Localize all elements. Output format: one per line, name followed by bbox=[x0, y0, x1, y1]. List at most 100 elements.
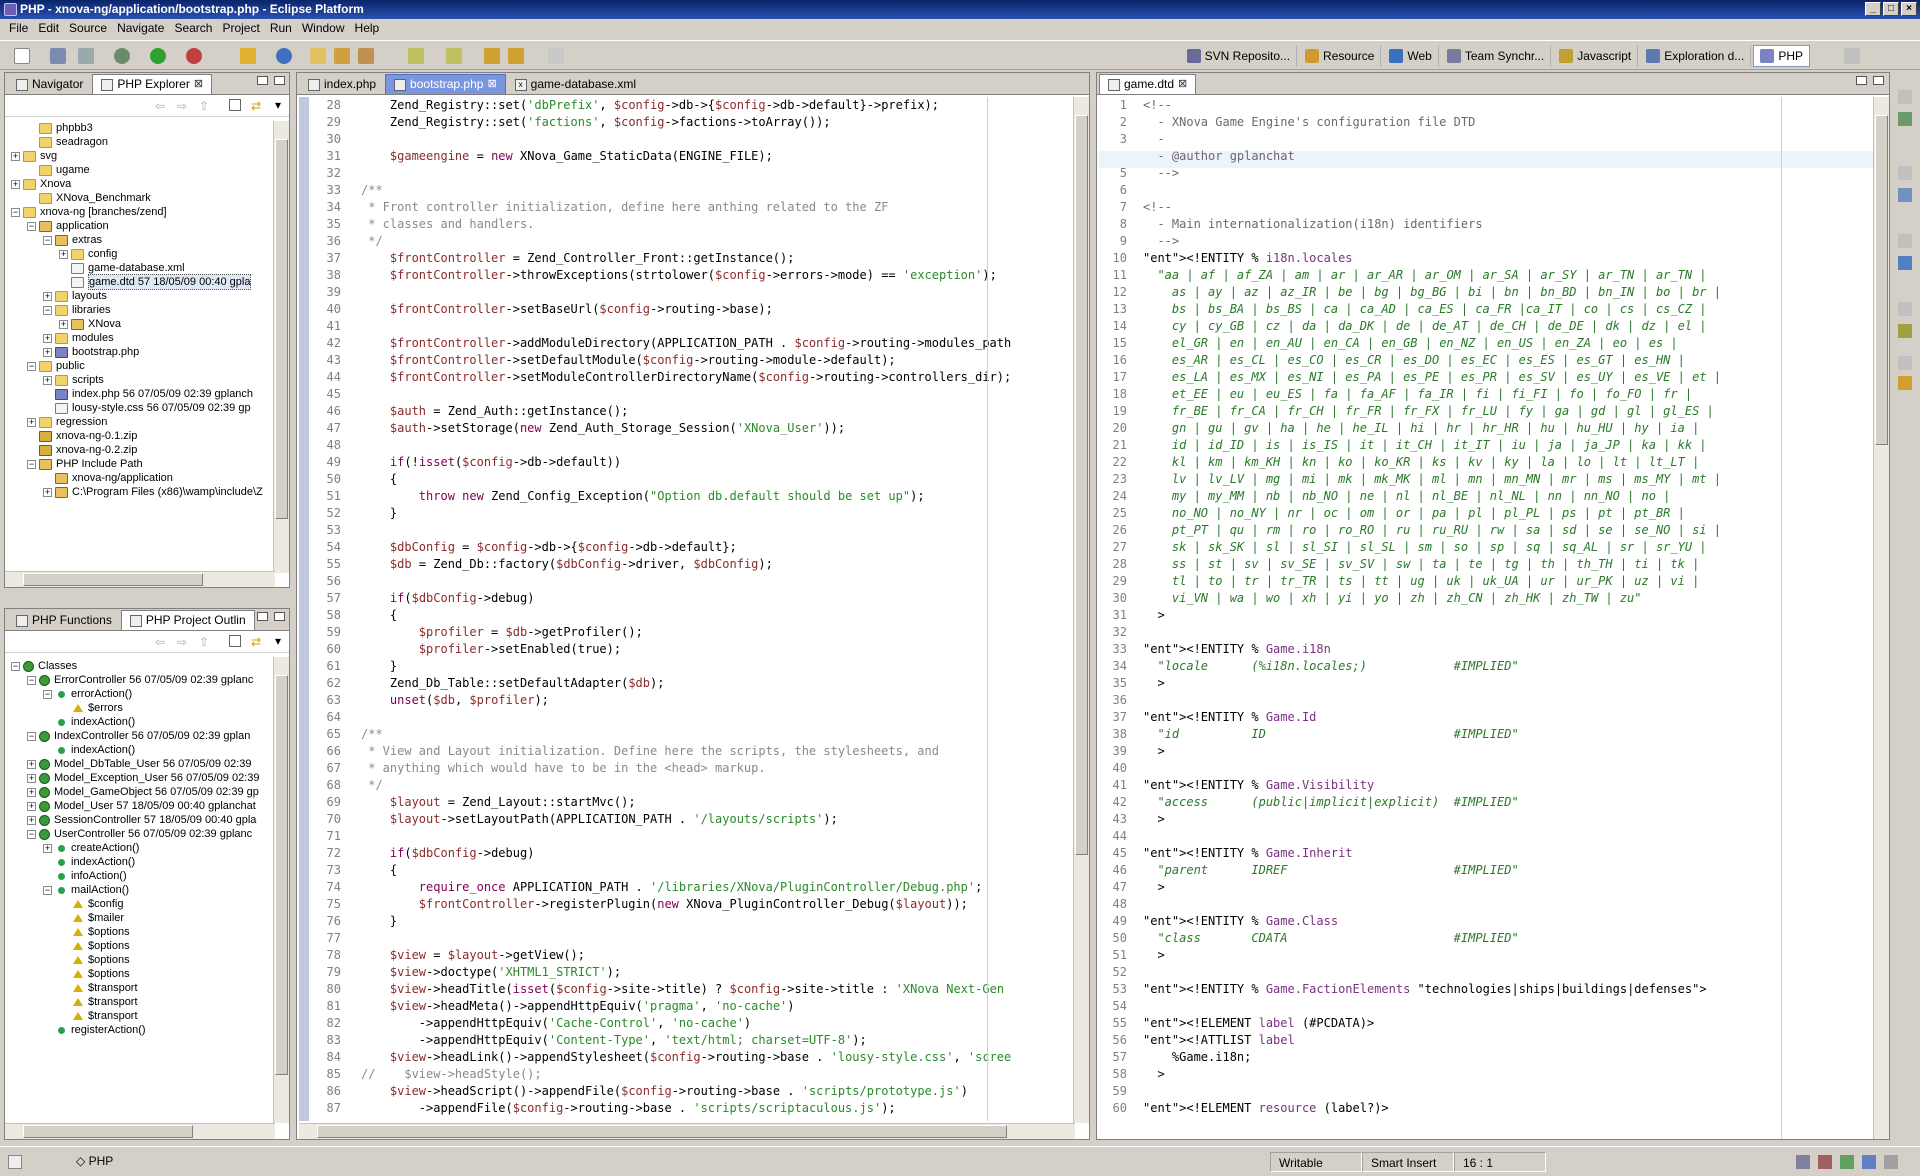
maximize-view-icon[interactable] bbox=[1873, 76, 1884, 85]
editor-vertical-scrollbar[interactable] bbox=[1073, 97, 1089, 1123]
problems-icon[interactable] bbox=[1862, 1155, 1876, 1169]
php-tool-icon[interactable] bbox=[240, 48, 256, 64]
tree-item[interactable]: + Model_User 57 18/05/09 00:40 gplanchat bbox=[11, 799, 271, 813]
tree-item[interactable]: + XNova bbox=[11, 317, 271, 331]
tree-item[interactable]: + Model_Exception_User 56 07/05/09 02:39 bbox=[11, 771, 271, 785]
collapse-icon[interactable]: − bbox=[11, 207, 20, 217]
tree-item[interactable]: registerAction() bbox=[11, 1023, 271, 1037]
tree-item[interactable]: game-database.xml bbox=[11, 261, 271, 275]
open-perspective-icon[interactable] bbox=[1844, 48, 1860, 64]
expand-icon[interactable]: + bbox=[11, 151, 20, 161]
tree-item[interactable]: − PHP Include Path bbox=[11, 457, 271, 471]
expand-icon[interactable]: + bbox=[43, 291, 52, 301]
console-icon[interactable] bbox=[1796, 1155, 1810, 1169]
php-code-editor[interactable]: 28 29 30 31 32 33 34 35 36 37 38 39 40 41 42 43 44 45 46 47… bbox=[299, 97, 1073, 1121]
tree-item[interactable]: + bootstrap.php bbox=[11, 345, 271, 359]
restore-icon[interactable] bbox=[1884, 1155, 1898, 1169]
tree-item[interactable]: + createAction() bbox=[11, 841, 271, 855]
tree-item[interactable]: + regression bbox=[11, 415, 271, 429]
tree-item[interactable]: seadragon bbox=[11, 135, 271, 149]
menu-help[interactable]: Help bbox=[350, 19, 385, 38]
link-with-editor-icon[interactable]: ⇄ bbox=[251, 99, 261, 113]
outline-horizontal-scrollbar[interactable] bbox=[5, 1123, 275, 1139]
collapse-icon[interactable]: − bbox=[27, 675, 36, 685]
tree-item[interactable]: xnova-ng-0.2.zip bbox=[11, 443, 271, 457]
restore-icon[interactable] bbox=[1898, 234, 1912, 248]
up-icon[interactable]: ⇧ bbox=[199, 635, 209, 649]
last-edit-icon[interactable] bbox=[484, 48, 500, 64]
collapse-icon[interactable]: − bbox=[43, 689, 52, 699]
tree-item[interactable]: index.php 56 07/05/09 02:39 gplanch bbox=[11, 387, 271, 401]
expand-icon[interactable]: + bbox=[43, 843, 52, 853]
tab-php-explorer[interactable]: PHP Explorer ⊠ bbox=[92, 74, 213, 94]
tree-item[interactable]: $mailer bbox=[11, 911, 271, 925]
expand-icon[interactable]: + bbox=[27, 801, 36, 811]
restore-icon[interactable] bbox=[1898, 356, 1912, 370]
tree-item[interactable]: indexAction() bbox=[11, 855, 271, 869]
maximize-view-icon[interactable] bbox=[274, 76, 285, 85]
tree-item[interactable]: − application bbox=[11, 219, 271, 233]
collapse-icon[interactable]: − bbox=[27, 731, 36, 741]
close-icon[interactable]: ⊠ bbox=[1178, 75, 1187, 94]
menu-navigate[interactable]: Navigate bbox=[112, 19, 169, 38]
tree-item[interactable]: + layouts bbox=[11, 289, 271, 303]
tree-item[interactable]: $config bbox=[11, 897, 271, 911]
tree-item[interactable]: − Classes bbox=[11, 659, 271, 673]
expand-icon[interactable]: + bbox=[27, 787, 36, 797]
expand-icon[interactable]: + bbox=[27, 815, 36, 825]
expand-icon[interactable]: + bbox=[43, 375, 52, 385]
tree-item[interactable]: $options bbox=[11, 925, 271, 939]
view-menu-icon[interactable]: ▾ bbox=[275, 634, 281, 648]
tab-bootstrap-php[interactable]: bootstrap.php ⊠ bbox=[385, 74, 506, 94]
restore-icon[interactable] bbox=[1898, 166, 1912, 180]
expand-icon[interactable]: + bbox=[59, 319, 68, 329]
tree-item[interactable]: $transport bbox=[11, 995, 271, 1009]
tree-item[interactable]: + scripts bbox=[11, 373, 271, 387]
debug-icon[interactable] bbox=[114, 48, 130, 64]
tree-item[interactable]: indexAction() bbox=[11, 715, 271, 729]
tree-item[interactable]: − public bbox=[11, 359, 271, 373]
tab-php-functions[interactable]: PHP Functions bbox=[7, 610, 121, 630]
perspective-svn-reposito[interactable]: SVN Reposito... bbox=[1181, 45, 1298, 67]
minimize-view-icon[interactable] bbox=[257, 612, 268, 621]
tree-item[interactable]: + Xnova bbox=[11, 177, 271, 191]
collapse-icon[interactable]: − bbox=[43, 885, 52, 895]
previous-annotation-icon[interactable] bbox=[446, 48, 462, 64]
tree-item[interactable]: + svg bbox=[11, 149, 271, 163]
tab-game-database-xml[interactable]: x game-database.xml bbox=[506, 74, 645, 94]
tree-item[interactable]: XNova_Benchmark bbox=[11, 191, 271, 205]
error-log-icon[interactable] bbox=[1818, 1155, 1832, 1169]
run-icon[interactable] bbox=[150, 48, 166, 64]
collapse-icon[interactable]: − bbox=[27, 829, 36, 839]
tree-item[interactable]: − ErrorController 56 07/05/09 02:39 gplan… bbox=[11, 673, 271, 687]
tree-item[interactable]: − mailAction() bbox=[11, 883, 271, 897]
expand-icon[interactable]: + bbox=[11, 179, 20, 189]
perspective-javascript[interactable]: Javascript bbox=[1553, 45, 1639, 67]
tree-item[interactable]: − UserController 56 07/05/09 02:39 gplanc bbox=[11, 827, 271, 841]
perspective-php[interactable]: PHP bbox=[1753, 45, 1810, 67]
tree-item[interactable]: ugame bbox=[11, 163, 271, 177]
back-icon[interactable] bbox=[508, 48, 524, 64]
external-tools-icon[interactable] bbox=[186, 48, 202, 64]
collapse-icon[interactable]: − bbox=[11, 661, 20, 671]
forward-icon[interactable]: ⇨ bbox=[177, 635, 187, 649]
tree-item[interactable]: + SessionController 57 18/05/09 00:40 gpl… bbox=[11, 813, 271, 827]
menu-edit[interactable]: Edit bbox=[33, 19, 64, 38]
globe-icon[interactable] bbox=[276, 48, 292, 64]
tree-item[interactable]: lousy-style.css 56 07/05/09 02:39 gp bbox=[11, 401, 271, 415]
back-icon[interactable]: ⇦ bbox=[155, 99, 165, 113]
explorer-vertical-scrollbar[interactable] bbox=[273, 121, 289, 573]
tree-item[interactable]: phpbb3 bbox=[11, 121, 271, 135]
minimize-view-icon[interactable] bbox=[1856, 76, 1867, 85]
tree-item[interactable]: $options bbox=[11, 953, 271, 967]
tree-item[interactable]: xnova-ng-0.1.zip bbox=[11, 429, 271, 443]
tree-item[interactable]: − extras bbox=[11, 233, 271, 247]
expand-icon[interactable]: + bbox=[59, 249, 68, 259]
collapse-icon[interactable]: − bbox=[27, 459, 36, 469]
link-with-editor-icon[interactable]: ⇄ bbox=[251, 635, 261, 649]
debug-view-icon[interactable] bbox=[1898, 324, 1912, 338]
expand-icon[interactable]: + bbox=[43, 487, 52, 497]
expand-icon[interactable]: + bbox=[27, 417, 36, 427]
collapse-icon[interactable]: − bbox=[27, 361, 36, 371]
save-icon[interactable] bbox=[50, 48, 66, 64]
